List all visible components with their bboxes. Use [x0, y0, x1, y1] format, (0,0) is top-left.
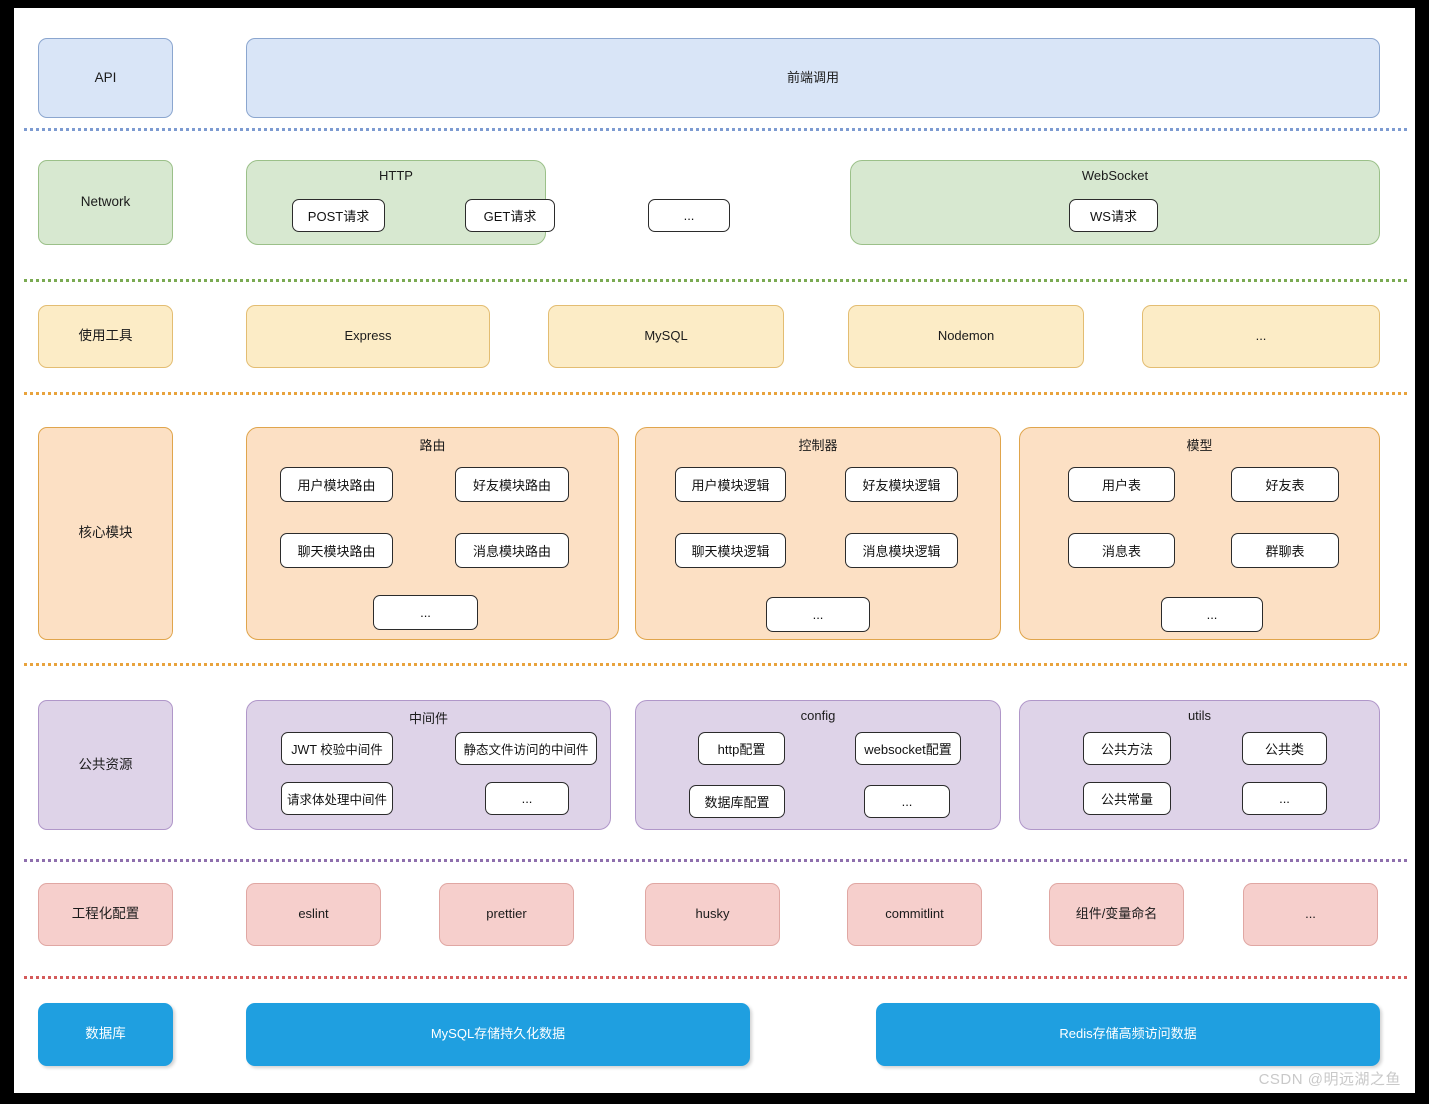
api-frontend-call-box: 前端调用	[246, 38, 1380, 118]
chip-config-http[interactable]: http配置	[698, 732, 785, 765]
chip-get-request[interactable]: GET请求	[465, 199, 555, 232]
chip-controller-more[interactable]: ...	[766, 597, 870, 632]
eng-more[interactable]: ...	[1243, 883, 1378, 946]
chip-ws-request[interactable]: WS请求	[1069, 199, 1158, 232]
watermark: CSDN @明远湖之鱼	[1258, 1071, 1401, 1088]
chip-model-user-table[interactable]: 用户表	[1068, 467, 1175, 502]
chip-config-websocket[interactable]: websocket配置	[855, 732, 961, 765]
chip-router-user[interactable]: 用户模块路由	[280, 467, 393, 502]
separator-api	[24, 128, 1407, 131]
chip-utils-constants[interactable]: 公共常量	[1083, 782, 1171, 815]
separator-core	[24, 663, 1407, 666]
chip-controller-chat[interactable]: 聊天模块逻辑	[675, 533, 786, 568]
eng-naming[interactable]: 组件/变量命名	[1049, 883, 1184, 946]
chip-middleware-jwt[interactable]: JWT 校验中间件	[281, 732, 393, 765]
eng-commitlint[interactable]: commitlint	[847, 883, 982, 946]
network-group-http: HTTP POST请求 GET请求 ...	[246, 160, 730, 245]
core-group-router: 路由 用户模块路由 好友模块路由 聊天模块路由 消息模块路由 ...	[246, 427, 619, 640]
chip-router-message[interactable]: 消息模块路由	[455, 533, 569, 568]
architecture-diagram-canvas: API 前端调用 Network HTTP POST请求 GET请求 ... W…	[14, 8, 1415, 1093]
eng-prettier[interactable]: prettier	[439, 883, 574, 946]
chip-model-friend-table[interactable]: 好友表	[1231, 467, 1339, 502]
chip-http-more[interactable]: ...	[648, 199, 730, 232]
chip-router-friend[interactable]: 好友模块路由	[455, 467, 569, 502]
separator-common	[24, 859, 1407, 862]
tool-more[interactable]: ...	[1142, 305, 1380, 368]
core-group-model-title: 模型	[1186, 438, 1213, 453]
database-redis-box[interactable]: Redis存储高频访问数据	[876, 1003, 1380, 1066]
common-group-config-title: config	[800, 708, 836, 723]
core-group-router-title: 路由	[419, 438, 446, 453]
common-group-utils: utils 公共方法 公共类 公共常量 ...	[1019, 700, 1380, 830]
layer-label-database: 数据库	[38, 1003, 173, 1066]
database-mysql-box[interactable]: MySQL存储持久化数据	[246, 1003, 750, 1066]
layer-label-core: 核心模块	[38, 427, 173, 640]
network-group-http-title: HTTP	[379, 168, 413, 183]
core-group-controller-title: 控制器	[798, 438, 838, 453]
eng-eslint[interactable]: eslint	[246, 883, 381, 946]
eng-husky[interactable]: husky	[645, 883, 780, 946]
network-group-websocket: WebSocket WS请求	[850, 160, 1380, 245]
tool-mysql[interactable]: MySQL	[548, 305, 784, 368]
chip-utils-classes[interactable]: 公共类	[1242, 732, 1327, 765]
chip-post-request[interactable]: POST请求	[292, 199, 385, 232]
chip-router-more[interactable]: ...	[373, 595, 478, 630]
layer-label-tools: 使用工具	[38, 305, 173, 368]
chip-utils-more[interactable]: ...	[1242, 782, 1327, 815]
core-group-model: 模型 用户表 好友表 消息表 群聊表 ...	[1019, 427, 1380, 640]
chip-model-message-table[interactable]: 消息表	[1068, 533, 1175, 568]
chip-middleware-static[interactable]: 静态文件访问的中间件	[455, 732, 597, 765]
network-group-websocket-title: WebSocket	[1081, 168, 1149, 183]
chip-router-chat[interactable]: 聊天模块路由	[280, 533, 393, 568]
chip-config-more[interactable]: ...	[864, 785, 950, 818]
separator-network	[24, 279, 1407, 282]
layer-label-api: API	[38, 38, 173, 118]
core-group-controller: 控制器 用户模块逻辑 好友模块逻辑 聊天模块逻辑 消息模块逻辑 ...	[635, 427, 1001, 640]
separator-tools	[24, 392, 1407, 395]
chip-controller-message[interactable]: 消息模块逻辑	[845, 533, 958, 568]
tool-nodemon[interactable]: Nodemon	[848, 305, 1084, 368]
common-group-utils-title: utils	[1187, 708, 1212, 723]
separator-engineering	[24, 976, 1407, 979]
tool-express[interactable]: Express	[246, 305, 490, 368]
chip-controller-friend[interactable]: 好友模块逻辑	[845, 467, 958, 502]
chip-model-more[interactable]: ...	[1161, 597, 1263, 632]
chip-middleware-body[interactable]: 请求体处理中间件	[281, 782, 393, 815]
chip-model-group-table[interactable]: 群聊表	[1231, 533, 1339, 568]
layer-label-network: Network	[38, 160, 173, 245]
common-group-config: config http配置 websocket配置 数据库配置 ...	[635, 700, 1001, 830]
common-group-middleware: 中间件 JWT 校验中间件 静态文件访问的中间件 请求体处理中间件 ...	[246, 700, 611, 830]
common-group-middleware-title: 中间件	[408, 711, 448, 726]
chip-utils-methods[interactable]: 公共方法	[1083, 732, 1171, 765]
chip-controller-user[interactable]: 用户模块逻辑	[675, 467, 786, 502]
layer-label-engineering: 工程化配置	[38, 883, 173, 946]
chip-middleware-more[interactable]: ...	[485, 782, 569, 815]
chip-config-database[interactable]: 数据库配置	[689, 785, 785, 818]
layer-label-common: 公共资源	[38, 700, 173, 830]
